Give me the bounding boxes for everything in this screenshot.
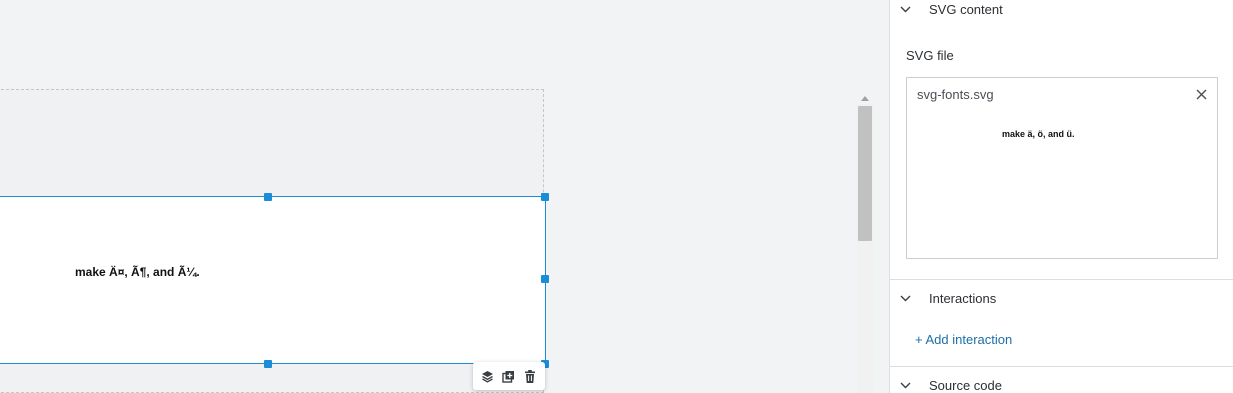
source-code-header[interactable]: Source code — [890, 375, 1233, 393]
svg-content-section: SVG content — [890, 0, 1233, 19]
block-toolbar — [473, 362, 545, 390]
selected-svg-block[interactable]: make Ä¤, Ã¶, and Ã¼. — [0, 196, 546, 364]
svg-content-header[interactable]: SVG content — [890, 0, 1233, 19]
trash-icon[interactable] — [521, 367, 539, 385]
section-title: SVG content — [929, 1, 1003, 17]
chevron-down-icon — [900, 292, 912, 304]
svg-preview-text: make ä, ö, and ü. — [1002, 129, 1075, 139]
resize-handle-middle-right[interactable] — [541, 275, 549, 283]
svg-file-name: svg-fonts.svg — [917, 87, 994, 102]
chevron-down-icon — [900, 3, 912, 15]
scroll-up-arrow-icon[interactable] — [859, 93, 871, 103]
interactions-section: Interactions — [890, 288, 1233, 308]
svg-block-text: make Ä¤, Ã¶, and Ã¼. — [75, 265, 200, 279]
vertical-scrollbar-thumb[interactable] — [858, 106, 872, 241]
properties-panel: SVG content SVG file svg-fonts.svg make … — [889, 0, 1233, 393]
source-code-section: Source code — [890, 375, 1233, 393]
section-title: Interactions — [929, 290, 997, 306]
layers-icon[interactable] — [479, 367, 497, 385]
editor-canvas[interactable]: make Ä¤, Ã¶, and Ã¼. — [0, 0, 889, 393]
interactions-header[interactable]: Interactions — [890, 288, 1233, 308]
svg-file-label: SVG file — [906, 48, 954, 63]
resize-handle-top-right[interactable] — [541, 193, 549, 201]
svg-file-dropzone[interactable]: svg-fonts.svg make ä, ö, and ü. — [906, 77, 1218, 259]
duplicate-icon[interactable] — [500, 367, 518, 385]
resize-handle-bottom-middle[interactable] — [264, 360, 272, 368]
chevron-down-icon — [900, 379, 912, 391]
section-divider — [890, 366, 1233, 367]
section-divider — [890, 279, 1233, 280]
add-interaction-link[interactable]: + Add interaction — [915, 332, 1012, 347]
remove-file-close-icon[interactable] — [1194, 87, 1208, 101]
resize-handle-top-middle[interactable] — [264, 193, 272, 201]
section-title: Source code — [929, 377, 1002, 393]
